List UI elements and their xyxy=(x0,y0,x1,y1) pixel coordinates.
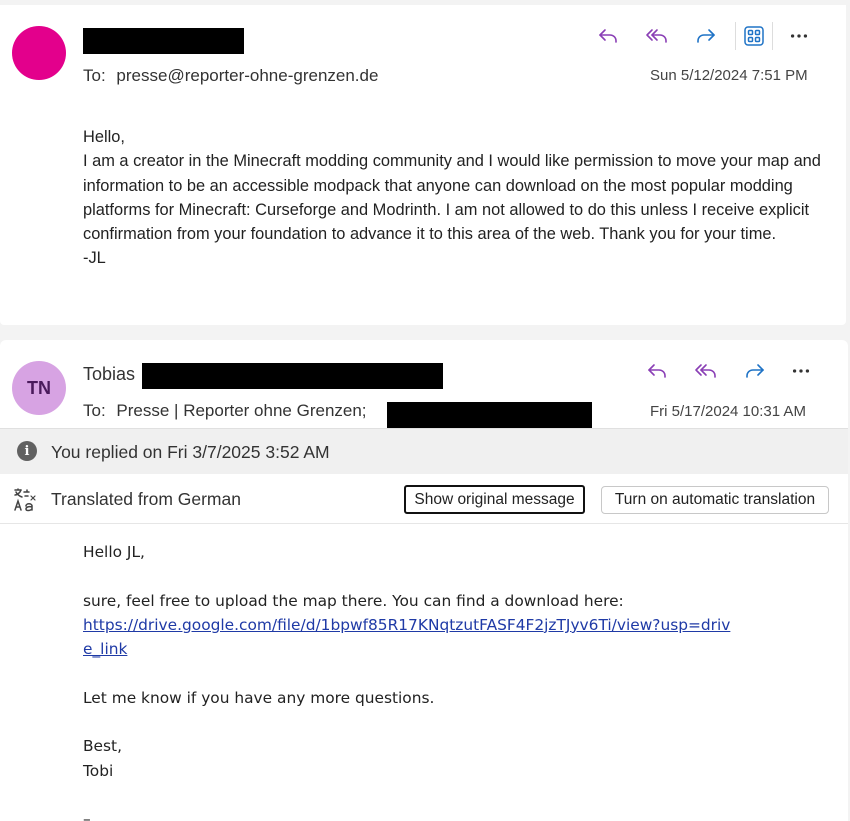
reply-all-button[interactable] xyxy=(692,357,720,385)
translated-label: Translated from German xyxy=(51,489,241,509)
sender-first-name[interactable]: Tobias xyxy=(83,364,135,384)
more-icon xyxy=(790,34,808,38)
body-greeting: Hello JL, xyxy=(83,543,145,561)
to-label: To: xyxy=(83,66,106,85)
sender-avatar[interactable] xyxy=(12,26,66,80)
to-label: To: xyxy=(83,401,106,420)
forward-button[interactable] xyxy=(741,357,769,385)
to-line: To: Presse | Reporter ohne Grenzen; xyxy=(83,401,367,421)
message-date: Fri 5/17/2024 10:31 AM xyxy=(650,403,806,420)
message-body: Hello, I am a creator in the Minecraft m… xyxy=(83,125,823,271)
message-card-1: To: presse@reporter-ohne-grenzen.de Sun … xyxy=(0,5,846,325)
sender-name: Tobias xyxy=(83,364,135,385)
download-link[interactable]: https://drive.google.com/file/d/1bpwf85R… xyxy=(83,616,730,658)
message-date: Sun 5/12/2024 7:51 PM xyxy=(650,67,808,84)
message-actions xyxy=(594,22,810,50)
to-recipient[interactable]: presse@reporter-ohne-grenzen.de xyxy=(116,66,378,85)
trailing-dash: – xyxy=(83,810,91,821)
forward-icon xyxy=(746,364,764,378)
body-paragraph: I am a creator in the Minecraft modding … xyxy=(83,152,821,244)
more-options-button[interactable] xyxy=(788,22,810,50)
to-recipient[interactable]: Presse | Reporter ohne Grenzen; xyxy=(116,401,366,420)
message-actions xyxy=(643,357,812,385)
redacted-sender-last-name xyxy=(142,363,443,389)
forward-icon xyxy=(697,29,715,43)
reply-all-button[interactable] xyxy=(643,22,671,50)
auto-translation-button[interactable]: Turn on automatic translation xyxy=(601,486,829,514)
reply-all-icon xyxy=(695,364,716,378)
body-greeting: Hello, xyxy=(83,128,125,146)
to-line: To: presse@reporter-ohne-grenzen.de xyxy=(83,66,378,86)
forward-button[interactable] xyxy=(692,22,720,50)
more-options-button[interactable] xyxy=(790,357,812,385)
sign-name: Tobi xyxy=(83,761,114,780)
reply-icon xyxy=(648,364,666,378)
reply-button[interactable] xyxy=(643,357,671,385)
sign-off: Best, xyxy=(83,737,122,756)
replied-notice[interactable]: You replied on Fri 3/7/2025 3:52 AM xyxy=(51,442,330,463)
sender-avatar[interactable]: TN xyxy=(12,361,66,415)
redacted-recipient xyxy=(387,402,592,428)
redacted-sender-name xyxy=(83,28,244,54)
reply-all-icon xyxy=(646,29,667,43)
body-line: sure, feel free to upload the map there.… xyxy=(83,591,624,610)
body-line: Let me know if you have any more questio… xyxy=(83,688,435,707)
more-icon xyxy=(792,369,810,373)
apps-button[interactable] xyxy=(735,22,773,50)
show-original-button[interactable]: Show original message xyxy=(404,485,585,514)
info-icon: i xyxy=(17,441,37,461)
apps-icon xyxy=(744,26,764,46)
translate-icon xyxy=(12,486,42,514)
reply-icon xyxy=(599,29,617,43)
message-body: Hello JL, sure, feel free to upload the … xyxy=(83,540,823,821)
body-signature: -JL xyxy=(83,249,106,268)
reply-button[interactable] xyxy=(594,22,622,50)
